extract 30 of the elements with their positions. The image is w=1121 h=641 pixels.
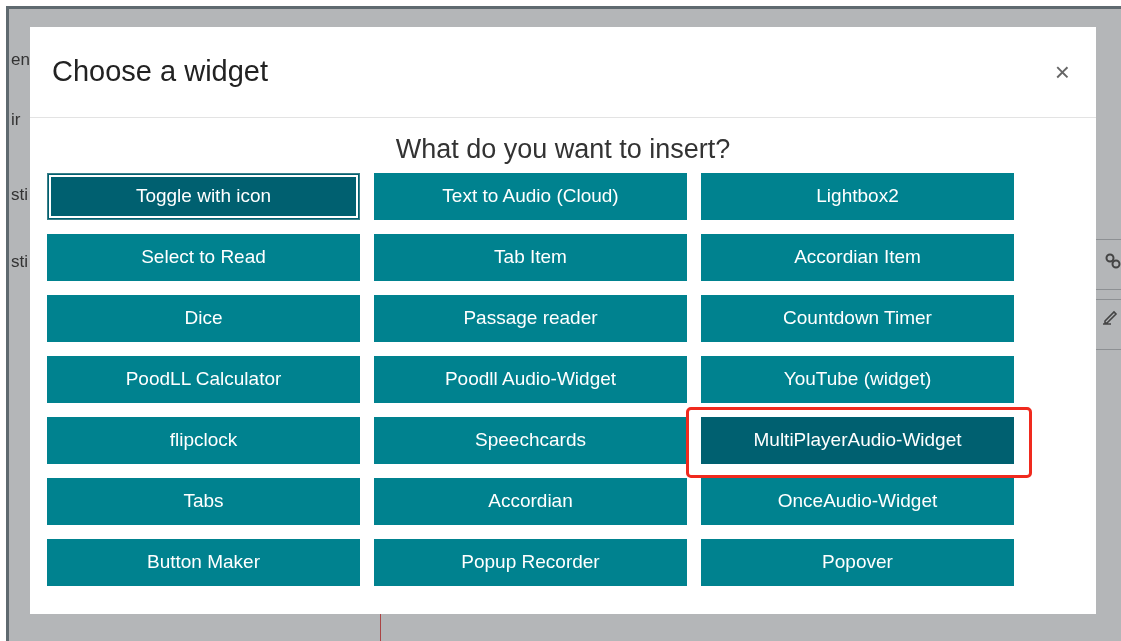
widget-button[interactable]: Accordian Item [701,234,1014,281]
dialog-prompt: What do you want to insert? [395,133,731,166]
widget-button[interactable]: YouTube (widget) [701,356,1014,403]
close-button[interactable]: × [1054,59,1070,85]
edit-icon[interactable] [1102,309,1118,325]
widget-button[interactable]: Lightbox2 [701,173,1014,220]
widget-button[interactable]: Tab Item [374,234,687,281]
widget-button[interactable]: Accordian [374,478,687,525]
background-text: sti [11,184,28,206]
widget-button[interactable]: Tabs [47,478,360,525]
link-icon[interactable] [1105,253,1121,269]
widget-button[interactable]: Popover [701,539,1014,586]
widget-button[interactable]: Text to Audio (Cloud) [374,173,687,220]
widget-button[interactable]: flipclock [47,417,360,464]
background-text: ir [11,109,21,131]
dialog-title: Choose a widget [52,54,269,90]
widget-button[interactable]: Select to Read [47,234,360,281]
widget-button[interactable]: Toggle with icon [47,173,360,220]
widget-button[interactable]: Poodll Audio-Widget [374,356,687,403]
widget-button[interactable]: PoodLL Calculator [47,356,360,403]
widget-button[interactable]: Popup Recorder [374,539,687,586]
background-text: en [11,49,30,71]
widget-button[interactable]: Button Maker [47,539,360,586]
widget-button[interactable]: OnceAudio-Widget [701,478,1014,525]
widget-button[interactable]: Speechcards [374,417,687,464]
background-text: sti [11,251,28,273]
widget-button[interactable]: Countdown Timer [701,295,1014,342]
widget-button[interactable]: MultiPlayerAudio-Widget [701,417,1014,464]
widget-button[interactable]: Dice [47,295,360,342]
widget-button[interactable]: Passage reader [374,295,687,342]
